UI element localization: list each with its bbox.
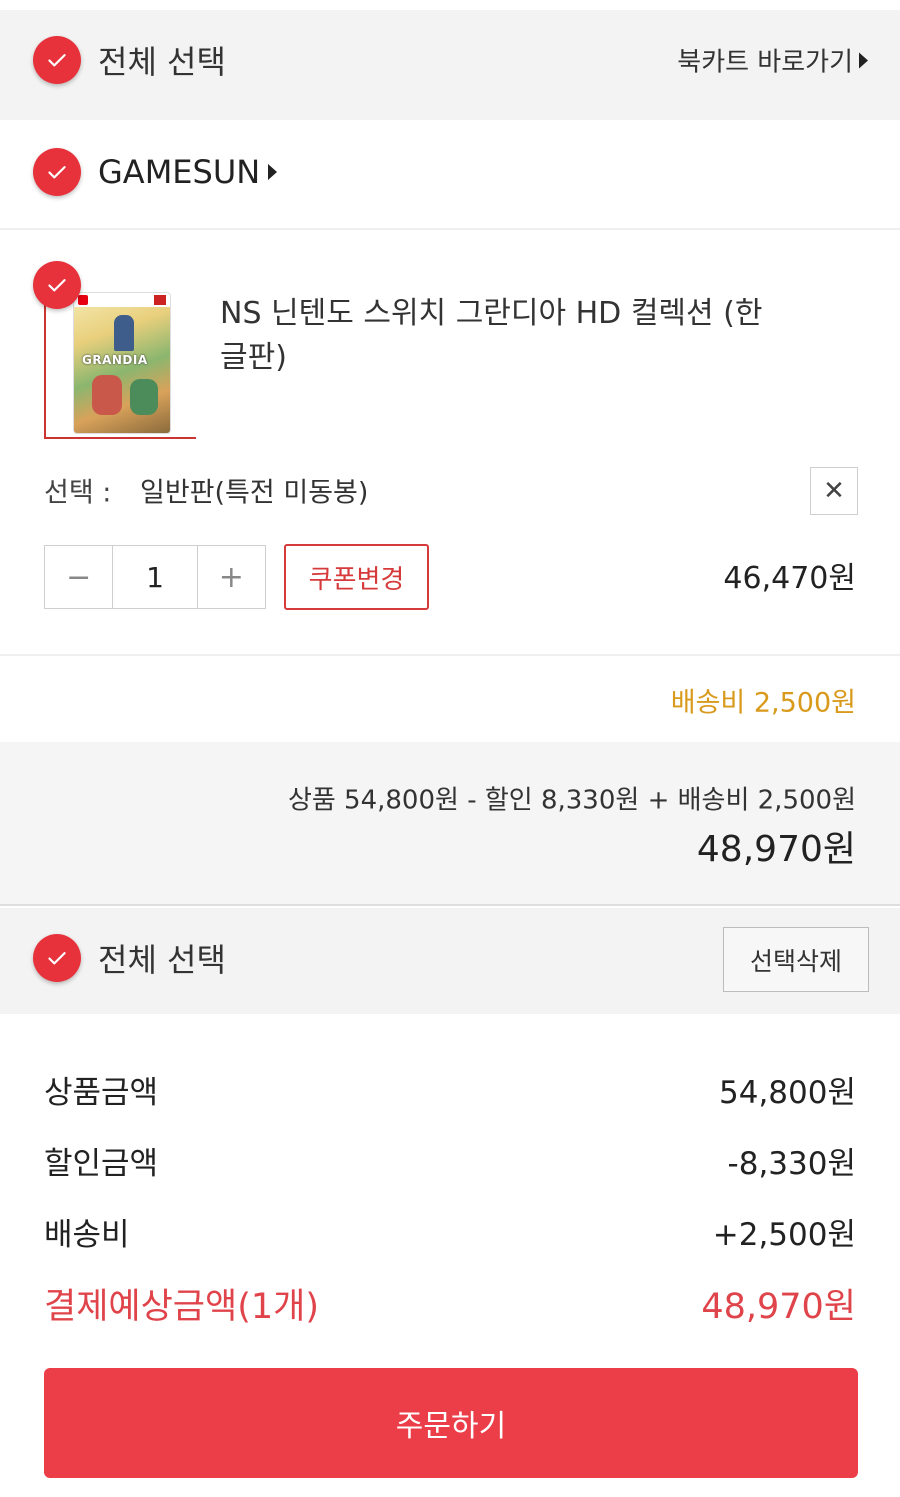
seller-subtotal: 상품 54,800원 - 할인 8,330원 + 배송비 2,500원 48,9… <box>0 742 900 906</box>
option-label: 선택 : <box>44 477 112 509</box>
subtotal-formula: 상품 54,800원 - 할인 8,330원 + 배송비 2,500원 <box>287 785 856 816</box>
caret-right-icon <box>268 164 278 180</box>
select-all-checkbox[interactable] <box>33 36 81 84</box>
check-icon <box>48 279 66 292</box>
close-icon: ✕ <box>823 476 845 506</box>
check-icon <box>48 166 66 179</box>
product-title[interactable]: NS 닌텐도 스위치 그란디아 HD 컬렉션 (한글판) <box>220 292 780 380</box>
product-thumbnail[interactable]: GRANDIA <box>44 287 196 439</box>
bottom-select-all-label: 전체 선택 <box>98 941 226 979</box>
select-all-bar: 전체 선택 북카트 바로가기 <box>0 10 900 120</box>
summary-value: 54,800원 <box>719 1074 856 1111</box>
expected-payment-value: 48,970원 <box>701 1286 856 1327</box>
change-coupon-button[interactable]: 쿠폰변경 <box>284 544 429 610</box>
seller-checkbox[interactable] <box>33 148 81 196</box>
check-icon <box>48 54 66 67</box>
item-checkbox[interactable] <box>33 261 81 309</box>
subtotal-amount: 48,970원 <box>696 829 856 870</box>
select-all-label: 전체 선택 <box>98 43 226 81</box>
shipping-row: 배송비 2,500원 <box>0 656 900 742</box>
shipping-fee: 배송비 2,500원 <box>670 687 856 719</box>
summary-row-total: 결제예상금액(1개) 48,970원 <box>44 1278 856 1328</box>
seller-link[interactable]: GAMESUN <box>98 153 278 191</box>
seller-row: GAMESUN <box>0 120 900 230</box>
bottom-select-all-checkbox[interactable] <box>33 934 81 982</box>
cart-item: GRANDIA NS 닌텐도 스위치 그란디아 HD 컬렉션 (한글판) 선택 … <box>0 232 900 656</box>
decrease-quantity-button[interactable]: − <box>45 546 112 608</box>
cart-link[interactable]: 북카트 바로가기 <box>677 42 868 79</box>
summary-value: +2,500원 <box>712 1216 856 1253</box>
quantity-value[interactable]: 1 <box>112 546 198 608</box>
expected-payment-label: 결제예상금액(1개) <box>44 1286 319 1327</box>
summary-value: -8,330원 <box>727 1145 856 1182</box>
delete-selected-button[interactable]: 선택삭제 <box>723 927 869 992</box>
summary-label: 배송비 <box>44 1216 130 1253</box>
game-cover-image: GRANDIA <box>74 293 170 433</box>
item-price: 46,470원 <box>723 561 856 596</box>
check-icon <box>48 952 66 965</box>
caret-right-icon <box>859 52 868 68</box>
summary-label: 할인금액 <box>44 1145 159 1182</box>
cart-link-label: 북카트 바로가기 <box>677 47 853 78</box>
bottom-select-bar: 전체 선택 선택삭제 <box>0 908 900 1014</box>
summary-row-shipping: 배송비 +2,500원 <box>44 1206 856 1256</box>
option-value: 일반판(특전 미동봉) <box>140 477 369 509</box>
increase-quantity-button[interactable]: + <box>198 546 265 608</box>
seller-name: GAMESUN <box>98 153 261 191</box>
quantity-stepper: − 1 + <box>44 545 266 609</box>
summary-row-product-amount: 상품금액 54,800원 <box>44 1064 856 1114</box>
summary-label: 상품금액 <box>44 1074 159 1111</box>
remove-item-button[interactable]: ✕ <box>810 467 858 515</box>
summary-row-discount: 할인금액 -8,330원 <box>44 1135 856 1185</box>
order-button[interactable]: 주문하기 <box>44 1368 858 1478</box>
